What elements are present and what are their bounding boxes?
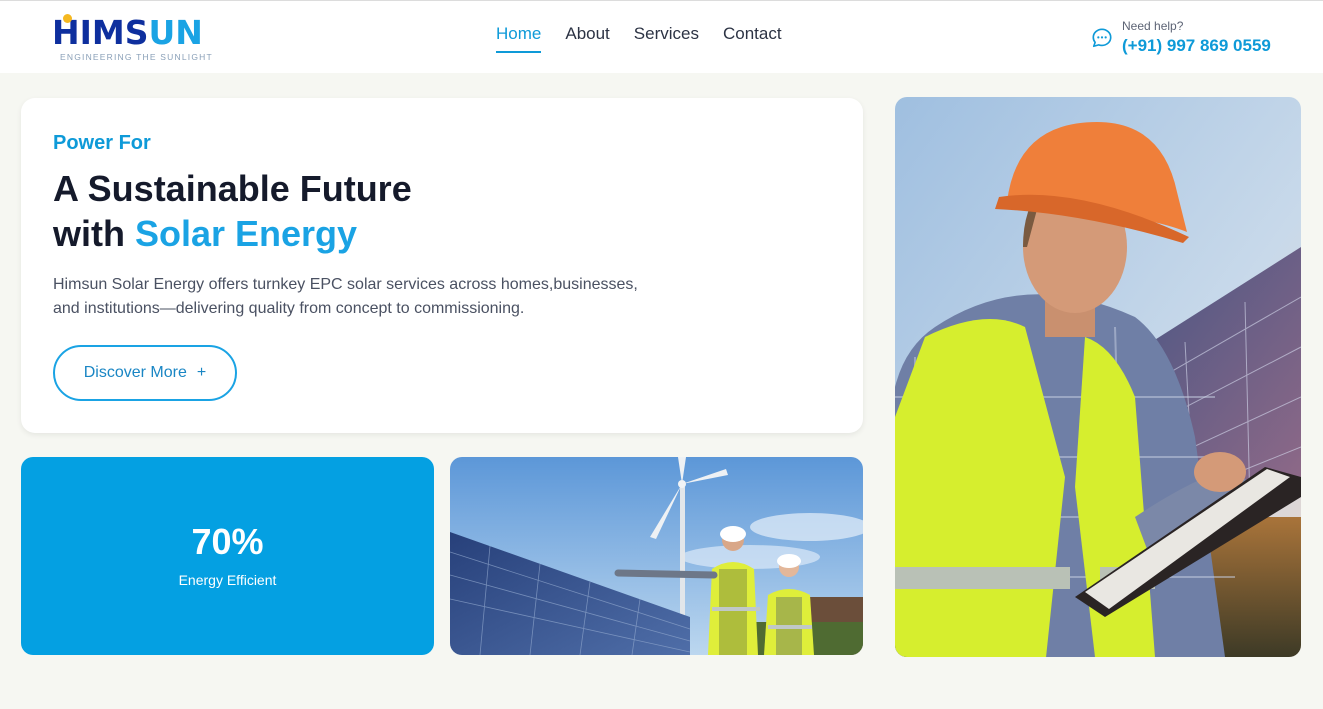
discover-more-label: Discover More — [83, 364, 187, 381]
nav-about[interactable]: About — [565, 23, 609, 53]
help-label: Need help? — [1122, 19, 1184, 33]
stat-value: 70% — [191, 521, 264, 562]
headline-line-1: A Sustainable Future — [53, 168, 412, 209]
hero-card: Power For A Sustainable Future with Sola… — [21, 98, 863, 433]
hero-description: Himsun Solar Energy offers turnkey EPC s… — [53, 276, 638, 317]
engineer-with-clipboard-image — [895, 97, 1301, 657]
discover-more-button[interactable]: Discover More + — [53, 345, 237, 401]
hero-eyebrow: Power For — [53, 132, 151, 154]
headline-highlight: Solar Energy — [134, 213, 358, 254]
engineer-with-clipboard-illustration — [895, 97, 1301, 657]
stat-label: Energy Efficient — [178, 572, 277, 588]
hero-headline: A Sustainable Future with Solar Energy — [53, 166, 412, 256]
energy-stat-card: 70% Energy Efficient — [21, 457, 434, 655]
help-phone-number[interactable]: (+91) 997 869 0559 — [1122, 36, 1271, 56]
brand-logo[interactable]: HIMSUN ENGINEERING THE SUNLIGHT — [52, 13, 222, 65]
plus-icon: + — [196, 364, 207, 381]
nav-contact[interactable]: Contact — [723, 23, 782, 53]
engineers-wind-turbine-image — [450, 457, 863, 655]
chat-bubble-icon — [1092, 28, 1112, 48]
headline-line-2-prefix: with — [53, 213, 135, 254]
main-nav: Home About Services Contact — [496, 23, 782, 53]
site-header: HIMSUN ENGINEERING THE SUNLIGHT Home Abo… — [0, 1, 1323, 73]
nav-services[interactable]: Services — [634, 23, 699, 53]
nav-home[interactable]: Home — [496, 23, 542, 53]
help-contact[interactable]: Need help? (+91) 997 869 0559 — [1091, 18, 1291, 58]
logo-wordmark: HIMSUN — [52, 13, 203, 52]
logo-tagline: ENGINEERING THE SUNLIGHT — [60, 52, 213, 62]
engineers-wind-turbine-illustration — [450, 457, 863, 655]
logo-sun-icon — [63, 14, 72, 23]
